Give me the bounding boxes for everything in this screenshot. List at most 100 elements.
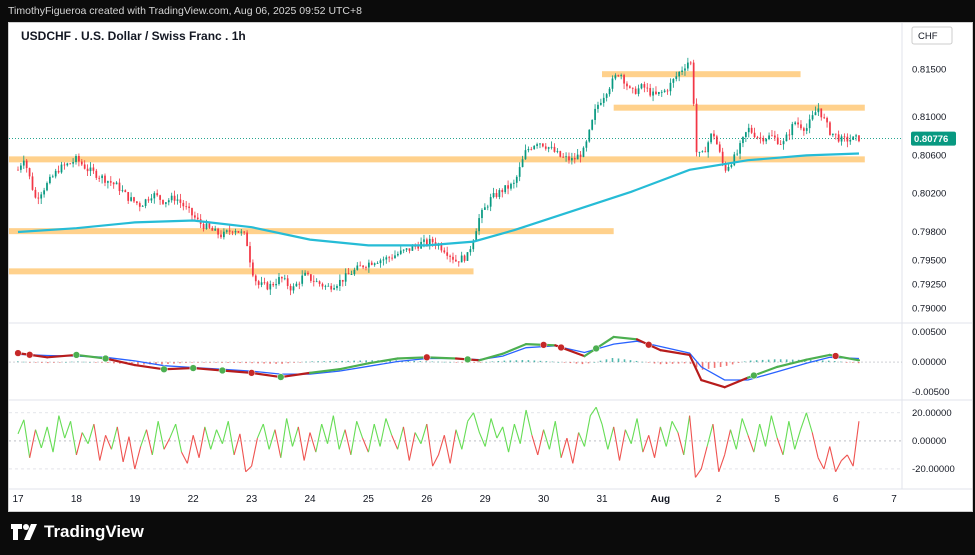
candle-body — [544, 146, 547, 149]
candle-body — [623, 75, 625, 84]
osc-line-segment — [788, 421, 796, 450]
osc-line-segment — [811, 432, 819, 458]
candle-body — [571, 158, 573, 161]
candle-body — [843, 136, 846, 138]
candle-body — [359, 265, 362, 267]
candle-body — [333, 288, 335, 290]
candle-body — [127, 192, 130, 201]
osc-line-segment — [116, 426, 124, 463]
candle-body — [162, 199, 164, 204]
candle-body — [402, 249, 405, 251]
candle-body — [721, 151, 724, 163]
candle-body — [704, 151, 707, 153]
osc-line-segment — [794, 429, 802, 450]
candle-body — [707, 142, 710, 153]
macd-histogram-bar — [581, 362, 584, 365]
osc-line-segment — [373, 423, 381, 447]
macd-line-segment — [133, 363, 166, 371]
candle-body — [109, 181, 112, 183]
candle-body — [588, 129, 591, 142]
candle-body — [802, 128, 805, 131]
osc-line-segment — [291, 426, 299, 447]
macd-histogram-bar — [209, 362, 211, 363]
osc-line-segment — [484, 418, 492, 447]
candle-body — [820, 108, 823, 118]
candle-body — [141, 205, 144, 207]
candle-body — [686, 62, 689, 69]
osc-line-segment — [192, 435, 200, 458]
candle-body — [388, 257, 391, 259]
osc-line-segment — [823, 446, 831, 470]
candle-body — [730, 165, 733, 167]
candle-body — [718, 144, 721, 152]
logo-text: TradingView — [44, 522, 144, 541]
macd-histogram-bar — [137, 362, 139, 365]
candle-body — [684, 68, 686, 71]
candle-body — [469, 249, 472, 253]
macd-histogram-bar — [767, 359, 770, 363]
macd-cross-marker — [831, 352, 840, 360]
osc-line-segment — [256, 423, 264, 439]
osc-line-segment — [204, 426, 212, 450]
chart-panel[interactable]: 0.81500 0.81000 0.80600 0.80200 0.79800 0.795… — [8, 22, 973, 512]
candle-body — [831, 133, 834, 135]
candle-body — [829, 122, 831, 135]
candle-body — [788, 134, 791, 136]
macd-histogram-bar — [443, 361, 446, 363]
candle-body — [457, 261, 460, 263]
osc-tick-1: 0.00000 — [912, 436, 946, 447]
candle-body — [834, 133, 837, 135]
candle-body — [362, 265, 364, 268]
osc-line-segment — [800, 412, 807, 430]
candle-body — [347, 273, 350, 275]
candle-body — [747, 127, 750, 133]
chart-svg[interactable]: 0.81500 0.81000 0.80600 0.80200 0.79800 0.795… — [9, 23, 972, 511]
macd-histogram-bar — [551, 361, 554, 363]
candle-body — [649, 88, 652, 96]
macd-histogram-bar — [437, 361, 440, 363]
candle-body — [542, 143, 544, 147]
candle-body — [539, 143, 541, 145]
time-axis[interactable]: 17 18 19 22 23 24 25 26 29 30 31 Aug 2 5 6 7 — [12, 494, 897, 505]
candle-body — [89, 167, 92, 172]
candle-body — [339, 279, 341, 286]
candle-body — [426, 239, 428, 245]
macd-histogram-bar — [83, 361, 85, 363]
osc-line-segment — [508, 423, 515, 453]
osc-line-segment — [502, 426, 510, 453]
candle-body — [782, 141, 785, 145]
candle-body — [817, 108, 820, 113]
time-tick-15: 7 — [891, 494, 897, 505]
candle-body — [846, 136, 849, 142]
candle-body — [826, 117, 828, 123]
macd-histogram-bar — [569, 362, 572, 364]
macd-cross-marker — [423, 353, 431, 361]
candle-body — [63, 164, 66, 166]
macd-histogram-bar — [821, 360, 824, 363]
macd-histogram-bar — [671, 362, 674, 364]
macd-histogram-bar — [479, 362, 482, 363]
candle-body — [20, 165, 22, 170]
candle-body — [249, 246, 251, 263]
candle-body — [107, 181, 109, 183]
candle-body — [750, 127, 753, 133]
price-axis[interactable]: 0.81500 0.81000 0.80600 0.80200 0.79800 0.795… — [912, 64, 955, 475]
osc-line-segment — [764, 415, 772, 447]
zone-3 — [9, 228, 614, 235]
time-tick-9: 30 — [538, 494, 550, 505]
candle-body — [823, 117, 826, 119]
macd-histogram-bar — [503, 360, 506, 363]
candle-body — [353, 269, 356, 275]
candle-body — [167, 200, 170, 203]
tradingview-logo[interactable]: TradingView — [10, 520, 144, 544]
osc-line-segment — [700, 446, 708, 470]
candle-body — [72, 162, 74, 164]
macd-histogram-bar — [749, 360, 752, 363]
candle-body — [237, 231, 240, 233]
macd-histogram-bar — [773, 359, 776, 363]
candle-body — [254, 275, 257, 282]
macd-histogram-bar — [425, 361, 428, 363]
candlestick-series — [17, 57, 860, 296]
macd-histogram-bar — [593, 361, 596, 363]
osc-line-segment — [589, 406, 597, 416]
